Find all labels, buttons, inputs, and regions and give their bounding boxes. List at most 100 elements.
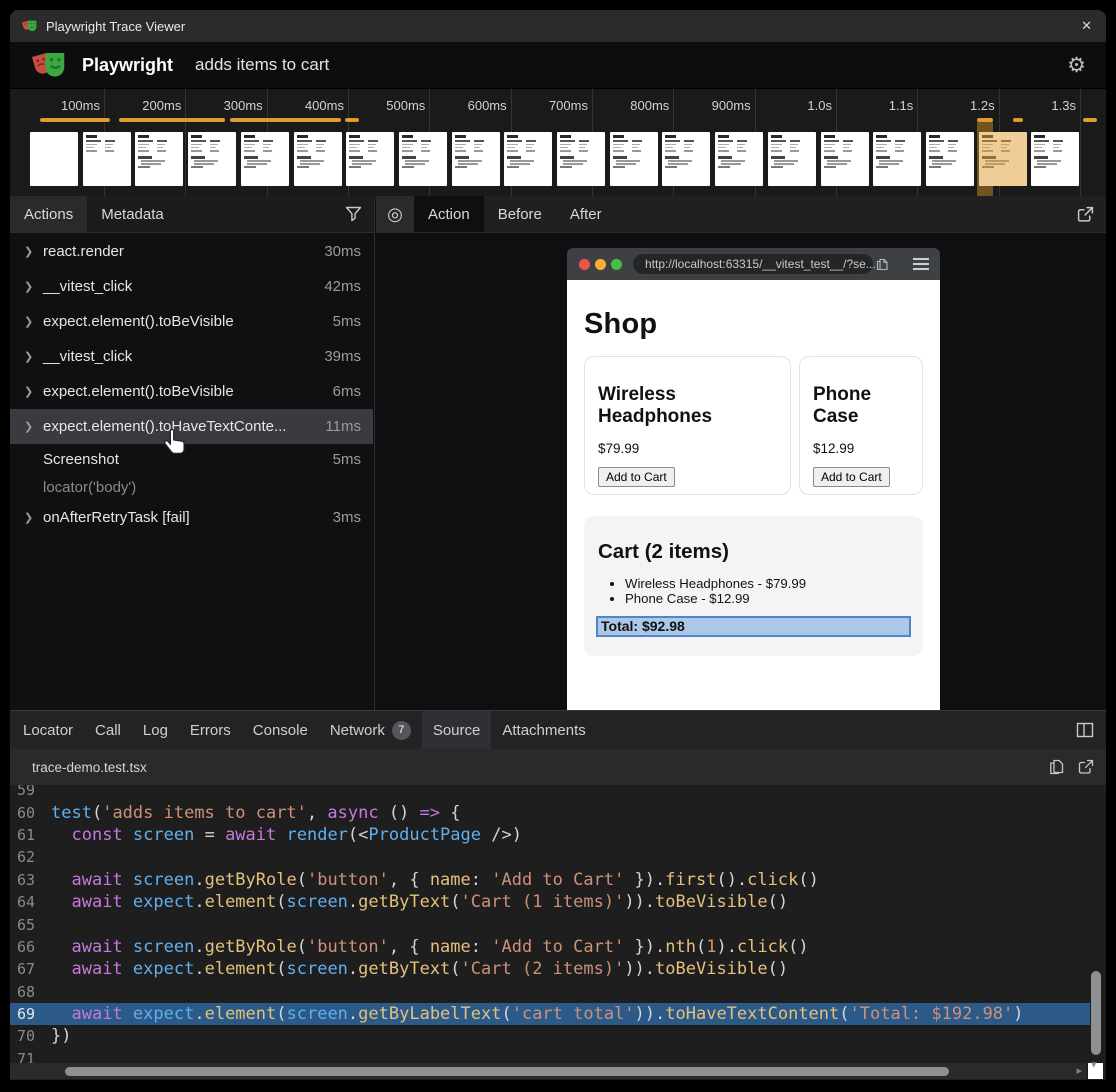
chevron-right-icon[interactable]: ❯ [24,420,43,433]
gear-icon[interactable]: ⚙ [1067,55,1086,76]
timeline-thumbnail[interactable] [83,132,131,186]
timeline-tick-label: 1.3s [990,98,1076,113]
tab-call[interactable]: Call [84,711,132,749]
timeline-tick-label: 200ms [95,98,181,113]
tab-actions[interactable]: Actions [10,196,87,232]
tab-before[interactable]: Before [484,196,556,232]
chevron-right-icon[interactable]: ❯ [24,385,43,398]
action-row[interactable]: ❯react.render30ms [10,234,373,269]
traffic-light-green-icon [611,259,622,270]
tab-console[interactable]: Console [242,711,319,749]
timeline-thumbnail[interactable] [504,132,552,186]
timeline-thumbnail[interactable] [557,132,605,186]
action-title: __vitest_click [43,278,132,295]
product-price: $79.99 [598,441,777,456]
code-line: 59 [10,785,1090,801]
timeline-thumbnail[interactable] [979,132,1027,186]
source-code-view[interactable]: 5960test('adds items to cart', async () … [10,785,1090,1063]
chevron-right-icon[interactable]: ❯ [24,511,43,524]
action-duration: 5ms [333,451,373,468]
timeline[interactable]: 100ms200ms300ms400ms500ms600ms700ms800ms… [10,88,1106,197]
tab-after[interactable]: After [556,196,616,232]
chevron-right-icon[interactable]: ❯ [24,280,43,293]
tab-network[interactable]: Network7 [319,711,422,749]
chevron-right-icon[interactable]: ❯ [24,245,43,258]
action-row[interactable]: ❯__vitest_click42ms [10,269,373,304]
timeline-thumbnail[interactable] [188,132,236,186]
line-number: 66 [10,938,35,956]
timeline-tick-label: 1.1s [827,98,913,113]
line-number: 63 [10,871,35,889]
close-icon[interactable]: ✕ [1081,18,1092,34]
chevron-right-icon[interactable]: ❯ [24,315,43,328]
tab-errors[interactable]: Errors [179,711,242,749]
copy-url-icon[interactable] [876,258,888,271]
open-snapshot-external-icon[interactable] [1077,196,1094,232]
line-number: 70 [10,1027,35,1045]
tab-action[interactable]: Action [414,196,484,232]
timeline-thumbnail[interactable] [662,132,710,186]
timeline-action-bar [1013,118,1023,122]
timeline-thumbnail[interactable] [346,132,394,186]
action-row[interactable]: ❯__vitest_click39ms [10,339,373,374]
network-count-badge: 7 [392,721,411,740]
address-bar[interactable]: http://localhost:63315/__vitest_test__/?… [633,254,873,274]
timeline-thumbnail[interactable] [135,132,183,186]
timeline-thumbnail[interactable] [1031,132,1079,186]
shop-heading: Shop [584,280,923,341]
code-line: 69 await expect.element(screen.getByLabe… [10,1003,1090,1025]
action-row[interactable]: ❯onAfterRetryTask [fail]3ms [10,500,373,535]
timeline-thumbnail[interactable] [821,132,869,186]
trace-viewer-window: Playwright Trace Viewer ✕ Playwright add… [10,10,1106,1080]
tab-locator[interactable]: Locator [12,711,84,749]
scroll-right-icon[interactable]: ▸ [1076,1064,1082,1077]
tab-attachments[interactable]: Attachments [491,711,596,749]
title-bar: Playwright Trace Viewer ✕ [10,10,1106,42]
details-panel: LocatorCallLogErrorsConsoleNetwork7Sourc… [10,710,1106,1080]
timeline-thumbnail[interactable] [715,132,763,186]
vertical-scrollbar[interactable]: ▾ [1091,785,1102,1069]
code-text: await expect.element(screen.getByText('C… [51,892,788,912]
tab-log[interactable]: Log [132,711,179,749]
action-duration: 11ms [325,418,373,435]
timeline-thumbnail[interactable] [399,132,447,186]
code-line: 68 [10,981,1090,1003]
chevron-right-icon[interactable]: ❯ [24,350,43,363]
add-to-cart-button[interactable]: Add to Cart [598,467,675,487]
action-title: Screenshot [43,451,119,468]
timeline-thumbnail[interactable] [926,132,974,186]
horizontal-scrollbar[interactable]: ▸ [10,1063,1086,1079]
timeline-thumbnail[interactable] [241,132,289,186]
product-price: $12.99 [813,441,909,456]
timeline-thumbnail[interactable] [610,132,658,186]
vertical-scrollbar-thumb[interactable] [1091,971,1101,1055]
tab-metadata[interactable]: Metadata [87,196,178,232]
timeline-tick-label: 400ms [258,98,344,113]
action-row[interactable]: Screenshot 5ms [10,444,373,474]
pick-locator-icon[interactable]: ◎ [376,196,414,232]
actions-panel: ActionsMetadata ❯react.render30ms❯__vite… [10,196,375,710]
action-row[interactable]: ❯expect.element().toBeVisible5ms [10,304,373,339]
browser-menu-icon[interactable] [913,258,929,270]
cart-item: Phone Case - $12.99 [625,592,911,607]
copy-source-icon[interactable] [1049,759,1064,775]
split-view-icon[interactable] [1076,711,1094,749]
action-duration: 3ms [333,509,373,526]
line-number: 68 [10,983,35,1001]
tab-source[interactable]: Source [422,711,492,749]
scroll-down-icon[interactable]: ▾ [1091,1058,1097,1071]
horizontal-scrollbar-thumb[interactable] [65,1067,949,1076]
filter-icon[interactable] [345,196,362,232]
source-file-bar: trace-demo.test.tsx [10,749,1106,785]
timeline-thumbnail[interactable] [873,132,921,186]
action-row[interactable]: ❯expect.element().toHaveTextConte...11ms [10,409,373,444]
add-to-cart-button[interactable]: Add to Cart [813,467,890,487]
timeline-thumbnail[interactable] [452,132,500,186]
brand-name: Playwright [82,55,173,76]
timeline-thumbnail[interactable] [30,132,78,186]
action-row[interactable]: ❯expect.element().toBeVisible6ms [10,374,373,409]
timeline-thumbnail[interactable] [294,132,342,186]
timeline-thumbnail[interactable] [768,132,816,186]
cart-section: Cart (2 items) Wireless Headphones - $79… [584,516,923,656]
open-source-external-icon[interactable] [1078,759,1094,775]
